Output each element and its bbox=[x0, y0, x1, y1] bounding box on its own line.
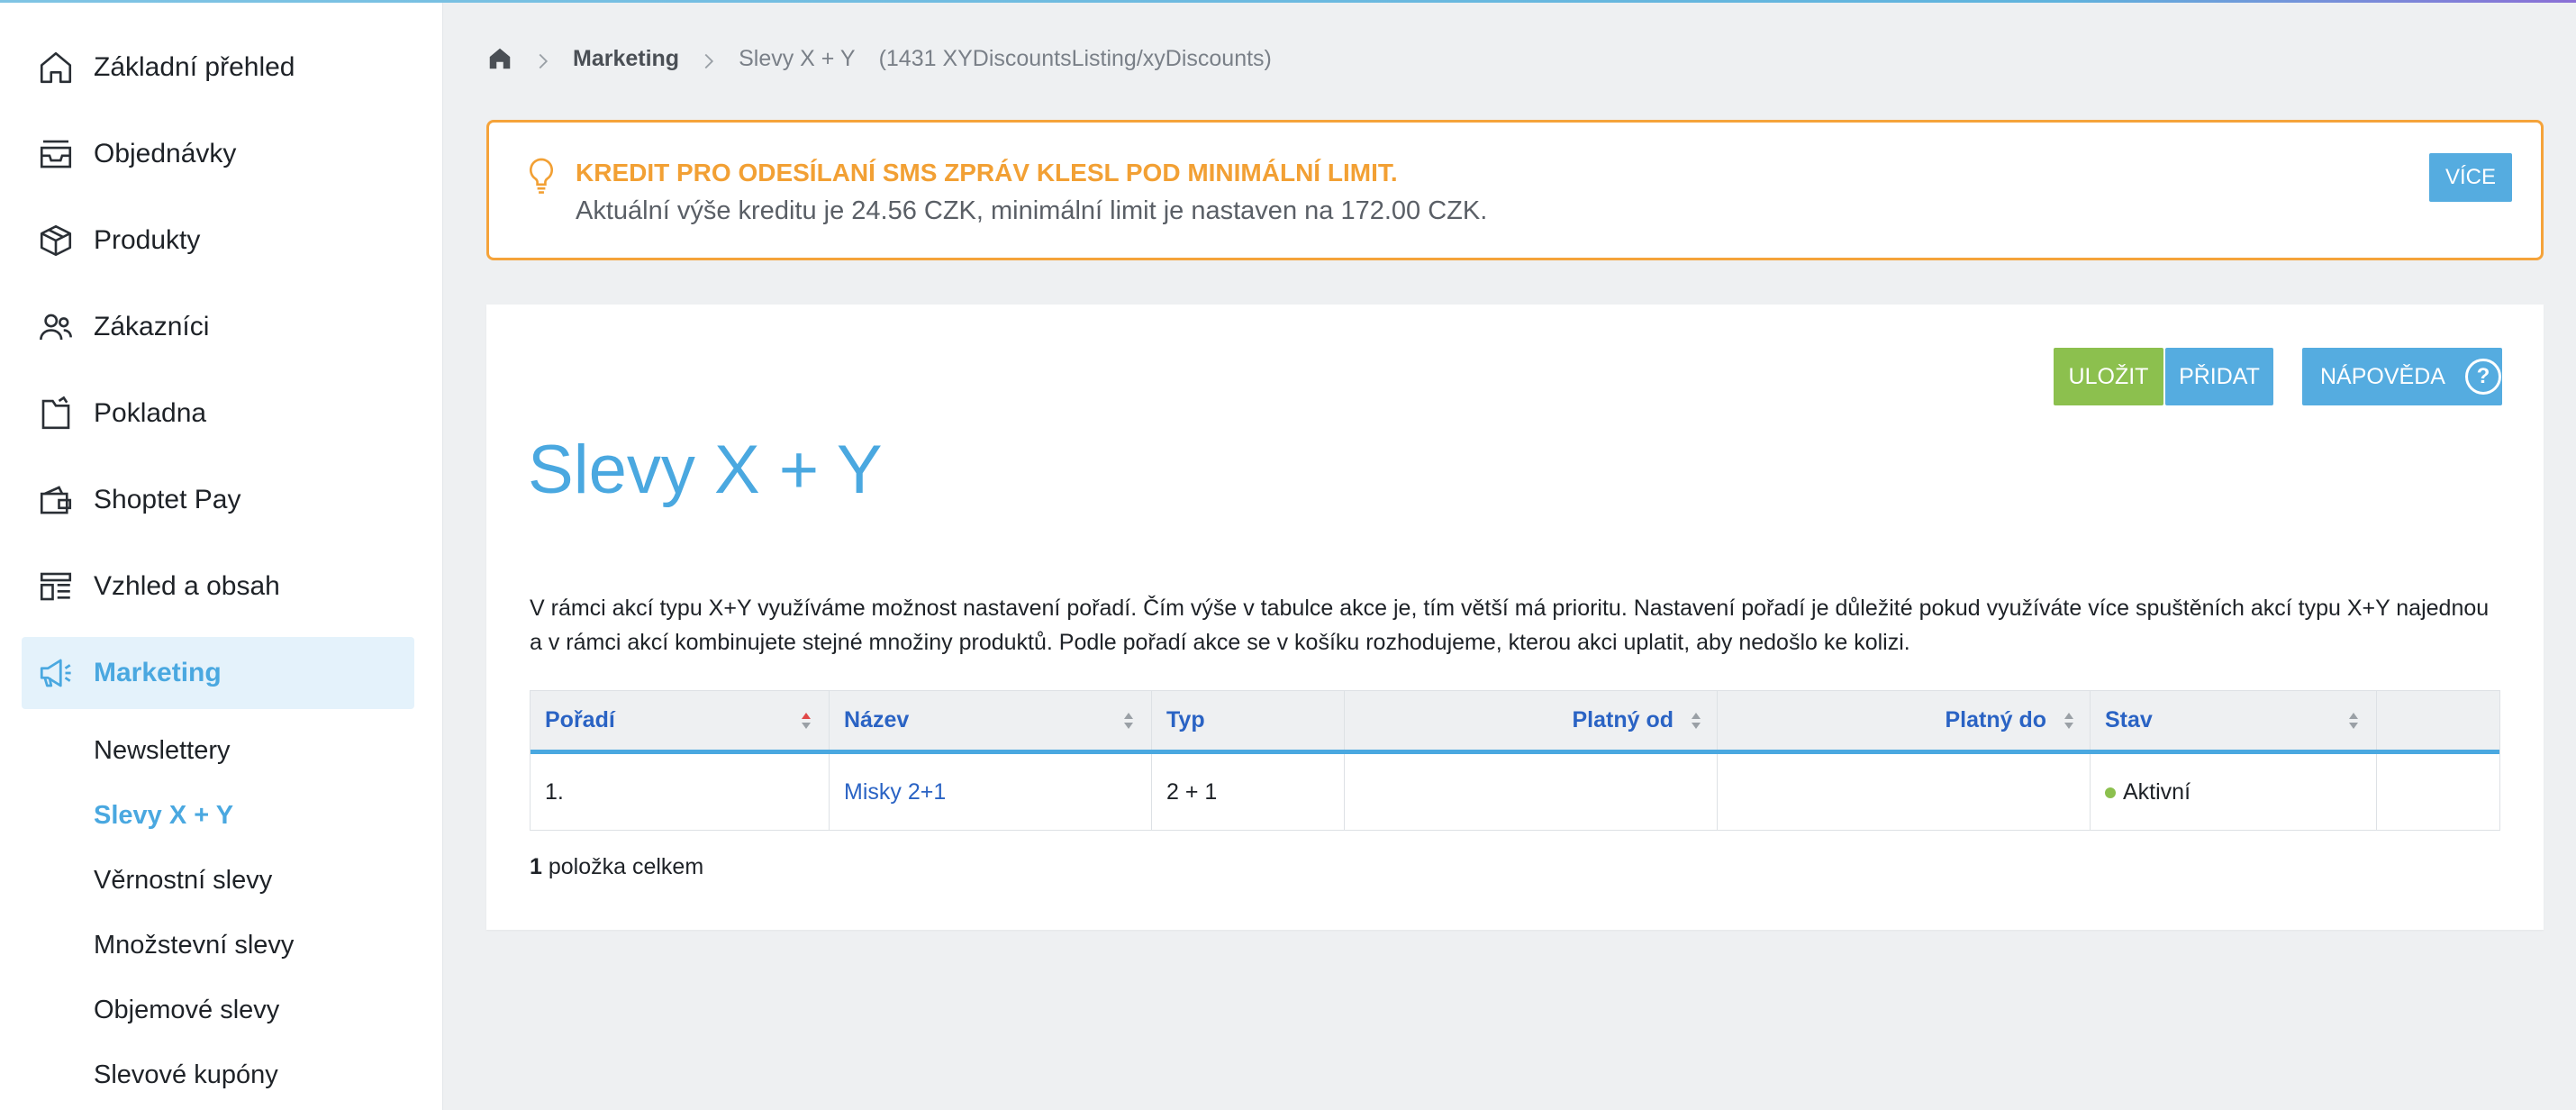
cash-register-icon bbox=[36, 394, 76, 433]
cell-name: Misky 2+1 bbox=[830, 754, 1152, 830]
cell-order: 1. bbox=[531, 754, 830, 830]
users-icon bbox=[36, 307, 76, 347]
column-type[interactable]: Typ bbox=[1152, 691, 1345, 750]
help-button[interactable]: NÁPOVĚDA ? bbox=[2302, 348, 2502, 405]
column-label: Název bbox=[844, 707, 910, 732]
item-count-text: položka celkem bbox=[548, 854, 704, 879]
status-text: Aktivní bbox=[2123, 778, 2191, 805]
column-label: Stav bbox=[2105, 707, 2153, 732]
home-icon bbox=[36, 48, 76, 87]
sidebar-item-label: Zákazníci bbox=[94, 312, 210, 341]
sidebar-subitem-coupons[interactable]: Slevové kupóny bbox=[94, 1057, 278, 1093]
sidebar-item-label: Shoptet Pay bbox=[94, 485, 241, 514]
column-name[interactable]: Název bbox=[830, 691, 1152, 750]
column-valid-from[interactable]: Platný od bbox=[1345, 691, 1718, 750]
box-icon bbox=[36, 221, 76, 260]
cell-text: 1. bbox=[545, 778, 564, 805]
status-dot-icon bbox=[2105, 787, 2116, 798]
sidebar-item-dashboard[interactable]: Základní přehled bbox=[22, 32, 414, 104]
sidebar-item-label: Vzhled a obsah bbox=[94, 571, 280, 601]
column-label: Typ bbox=[1166, 707, 1205, 732]
cell-valid-from bbox=[1345, 754, 1718, 830]
sort-icon bbox=[2064, 712, 2073, 729]
sms-credit-alert: KREDIT PRO ODESÍLANÍ SMS ZPRÁV KLESL POD… bbox=[486, 120, 2544, 260]
sidebar-item-label: Základní přehled bbox=[94, 52, 295, 82]
page-title: Slevy X + Y bbox=[528, 432, 883, 508]
sort-icon bbox=[1124, 712, 1133, 729]
chevron-right-icon bbox=[703, 52, 715, 69]
sidebar-item-shoptet-pay[interactable]: Shoptet Pay bbox=[22, 464, 414, 536]
cell-valid-to bbox=[1718, 754, 2091, 830]
lightbulb-icon bbox=[529, 158, 554, 194]
more-button[interactable]: VÍCE bbox=[2429, 153, 2512, 202]
item-count-number: 1 bbox=[530, 854, 542, 879]
question-circle-icon: ? bbox=[2464, 359, 2501, 395]
sidebar-item-label: Objednávky bbox=[94, 139, 237, 168]
cell-status: Aktivní bbox=[2091, 754, 2377, 830]
add-button[interactable]: PŘIDAT bbox=[2165, 348, 2273, 405]
sidebar-subitem-newsletters[interactable]: Newslettery bbox=[94, 732, 231, 769]
sidebar-item-products[interactable]: Produkty bbox=[22, 205, 414, 277]
discount-name-link[interactable]: Misky 2+1 bbox=[844, 779, 946, 805]
column-actions bbox=[2377, 691, 2499, 750]
sidebar-item-marketing[interactable]: Marketing bbox=[22, 637, 414, 709]
sidebar-item-orders[interactable]: Objednávky bbox=[22, 118, 414, 190]
chevron-right-icon bbox=[537, 52, 549, 69]
column-status[interactable]: Stav bbox=[2091, 691, 2377, 750]
column-label: Platný do bbox=[1945, 707, 2046, 732]
column-label: Platný od bbox=[1572, 707, 1673, 732]
home-icon[interactable] bbox=[486, 45, 513, 72]
column-order[interactable]: Pořadí bbox=[531, 691, 830, 750]
breadcrumb: Marketing Slevy X + Y (1431 XYDiscountsL… bbox=[486, 40, 1272, 77]
sidebar-item-pos[interactable]: Pokladna bbox=[22, 378, 414, 450]
cell-text: 2 + 1 bbox=[1166, 778, 1218, 805]
column-valid-to[interactable]: Platný do bbox=[1718, 691, 2091, 750]
discounts-table: Pořadí Název Typ Platný od Platný do Sta… bbox=[530, 690, 2500, 831]
sidebar-item-appearance[interactable]: Vzhled a obsah bbox=[22, 550, 414, 623]
breadcrumb-code: (1431 XYDiscountsListing/xyDiscounts) bbox=[878, 45, 1272, 71]
main-card: ULOŽIT PŘIDAT NÁPOVĚDA ? Slevy X + Y V r… bbox=[486, 305, 2544, 930]
wallet-icon bbox=[36, 480, 76, 520]
column-label: Pořadí bbox=[545, 707, 615, 732]
item-count: 1 položka celkem bbox=[530, 854, 703, 880]
alert-title: KREDIT PRO ODESÍLANÍ SMS ZPRÁV KLESL POD… bbox=[576, 159, 1398, 187]
sidebar-subitem-volume-discounts[interactable]: Objemové slevy bbox=[94, 992, 279, 1028]
sidebar-item-label: Marketing bbox=[94, 658, 222, 687]
cell-actions bbox=[2377, 754, 2499, 830]
breadcrumb-current: Slevy X + Y bbox=[739, 45, 856, 71]
sidebar-subitem-quantity-discounts[interactable]: Množstevní slevy bbox=[94, 927, 294, 963]
sort-icon bbox=[2349, 712, 2358, 729]
description: V rámci akcí typu X+Y využíváme možnost … bbox=[530, 596, 2490, 655]
sort-ascending-icon bbox=[802, 712, 811, 729]
megaphone-icon bbox=[36, 653, 76, 693]
sidebar-subitem-xy-discounts[interactable]: Slevy X + Y bbox=[94, 797, 233, 833]
table-row[interactable]: 1. Misky 2+1 2 + 1 Aktivní bbox=[531, 754, 2499, 830]
sidebar: Základní přehled Objednávky Produkty Zák… bbox=[0, 3, 443, 1110]
cell-type: 2 + 1 bbox=[1152, 754, 1345, 830]
breadcrumb-section[interactable]: Marketing bbox=[573, 46, 679, 72]
help-button-label: NÁPOVĚDA bbox=[2320, 363, 2445, 389]
sidebar-item-label: Pokladna bbox=[94, 398, 207, 428]
alert-message: Aktuální výše kreditu je 24.56 CZK, mini… bbox=[576, 196, 1488, 225]
sidebar-subitem-loyalty-discounts[interactable]: Věrnostní slevy bbox=[94, 862, 272, 898]
sidebar-item-label: Produkty bbox=[94, 225, 201, 255]
table-header: Pořadí Název Typ Platný od Platný do Sta… bbox=[531, 691, 2499, 754]
sidebar-item-customers[interactable]: Zákazníci bbox=[22, 291, 414, 363]
sort-icon bbox=[1692, 712, 1701, 729]
inbox-icon bbox=[36, 134, 76, 174]
save-button[interactable]: ULOŽIT bbox=[2054, 348, 2163, 405]
layout-icon bbox=[36, 567, 76, 606]
